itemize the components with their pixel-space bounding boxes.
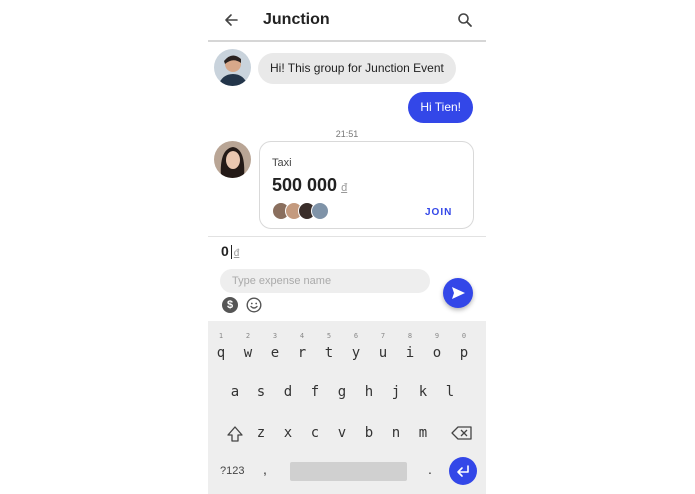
key-hint: 7: [380, 332, 386, 340]
key-n[interactable]: n: [383, 425, 409, 445]
expense-name: Taxi: [272, 157, 292, 169]
space-key[interactable]: [290, 462, 407, 481]
send-icon: [452, 287, 465, 299]
key-label: o: [432, 345, 442, 361]
key-hint: 1: [218, 332, 224, 340]
key-i[interactable]: 8i: [397, 321, 423, 361]
enter-key[interactable]: [449, 457, 477, 485]
key-hint: 0: [461, 332, 467, 340]
comma-key[interactable]: ,: [263, 461, 267, 477]
key-v[interactable]: v: [329, 425, 355, 445]
key-hint: 2: [245, 332, 251, 340]
shift-icon: [227, 426, 243, 442]
key-p[interactable]: 0p: [451, 321, 477, 361]
key-f[interactable]: f: [302, 384, 328, 404]
expense-currency: đ: [341, 182, 348, 194]
page-title: Junction: [263, 11, 330, 28]
message-bubble-incoming[interactable]: Hi! This group for Junction Event: [258, 53, 456, 84]
expense-name-input[interactable]: [220, 269, 430, 293]
send-button[interactable]: [443, 278, 473, 308]
key-e[interactable]: 3e: [262, 321, 288, 361]
key-y[interactable]: 6y: [343, 321, 369, 361]
key-s[interactable]: s: [248, 384, 274, 404]
join-button[interactable]: JOIN: [425, 207, 452, 218]
key-q[interactable]: 1q: [208, 321, 234, 361]
expense-amount-value: 500 000: [272, 175, 338, 195]
participant-avatar: [311, 202, 329, 220]
key-label: e: [270, 345, 280, 361]
key-hint: 8: [407, 332, 413, 340]
key-hint: 4: [299, 332, 305, 340]
key-c[interactable]: c: [302, 425, 328, 445]
key-label: t: [324, 345, 334, 361]
user-photo-icon: [214, 141, 251, 178]
key-hint: 9: [434, 332, 440, 340]
key-t[interactable]: 5t: [316, 321, 342, 361]
arrow-left-icon: [225, 14, 238, 26]
expense-card[interactable]: Taxi 500 000 đ JOIN: [259, 141, 474, 229]
search-icon: [458, 13, 472, 27]
key-r[interactable]: 4r: [289, 321, 315, 361]
key-h[interactable]: h: [356, 384, 382, 404]
currency-button[interactable]: $: [222, 297, 238, 313]
smiley-icon: [246, 297, 262, 313]
key-d[interactable]: d: [275, 384, 301, 404]
on-screen-keyboard: 1q2w3e4r5t6y7u8i9o0p asdfghjkl zxcvbnm ?…: [208, 321, 486, 494]
key-label: u: [378, 345, 388, 361]
message-bubble-outgoing[interactable]: Hi Tien!: [408, 92, 473, 123]
user-photo-icon: [214, 49, 251, 86]
backspace-icon: [451, 426, 472, 440]
key-o[interactable]: 9o: [424, 321, 450, 361]
key-k[interactable]: k: [410, 384, 436, 404]
backspace-key[interactable]: [451, 425, 473, 441]
key-label: y: [351, 345, 361, 361]
back-button[interactable]: [220, 9, 242, 31]
text-cursor: [230, 245, 232, 260]
amount-value: 0: [221, 243, 229, 259]
avatar-sender-2[interactable]: [214, 141, 251, 178]
emoji-button[interactable]: [246, 297, 262, 313]
key-z[interactable]: z: [248, 425, 274, 445]
period-key[interactable]: .: [428, 461, 432, 477]
app-header: Junction: [208, 0, 486, 42]
symbols-key[interactable]: ?123: [220, 465, 244, 477]
key-hint: 6: [353, 332, 359, 340]
key-label: i: [405, 345, 415, 361]
key-label: q: [216, 345, 226, 361]
key-m[interactable]: m: [410, 425, 436, 445]
key-label: r: [297, 345, 307, 361]
key-label: p: [459, 345, 469, 361]
key-x[interactable]: x: [275, 425, 301, 445]
key-hint: 3: [272, 332, 278, 340]
key-b[interactable]: b: [356, 425, 382, 445]
shift-key[interactable]: [225, 424, 245, 444]
key-j[interactable]: j: [383, 384, 409, 404]
dollar-icon: $: [226, 299, 234, 311]
message-timestamp: 21:51: [335, 129, 359, 139]
amount-input[interactable]: 0đ: [221, 243, 239, 261]
key-hint: 5: [326, 332, 332, 340]
key-l[interactable]: l: [437, 384, 463, 404]
key-u[interactable]: 7u: [370, 321, 396, 361]
key-label: w: [243, 345, 253, 361]
avatar-sender-1[interactable]: [214, 49, 251, 86]
key-g[interactable]: g: [329, 384, 355, 404]
search-button[interactable]: [454, 9, 476, 31]
key-a[interactable]: a: [222, 384, 248, 404]
key-w[interactable]: 2w: [235, 321, 261, 361]
participants-avatars[interactable]: [272, 202, 342, 220]
enter-arrow-icon: [457, 465, 469, 477]
composer-divider: [208, 236, 486, 237]
chat-screen: Junction Hi! This group for Junction Eve…: [208, 0, 486, 494]
expense-amount: 500 000 đ: [272, 175, 347, 196]
amount-currency: đ: [233, 248, 240, 259]
